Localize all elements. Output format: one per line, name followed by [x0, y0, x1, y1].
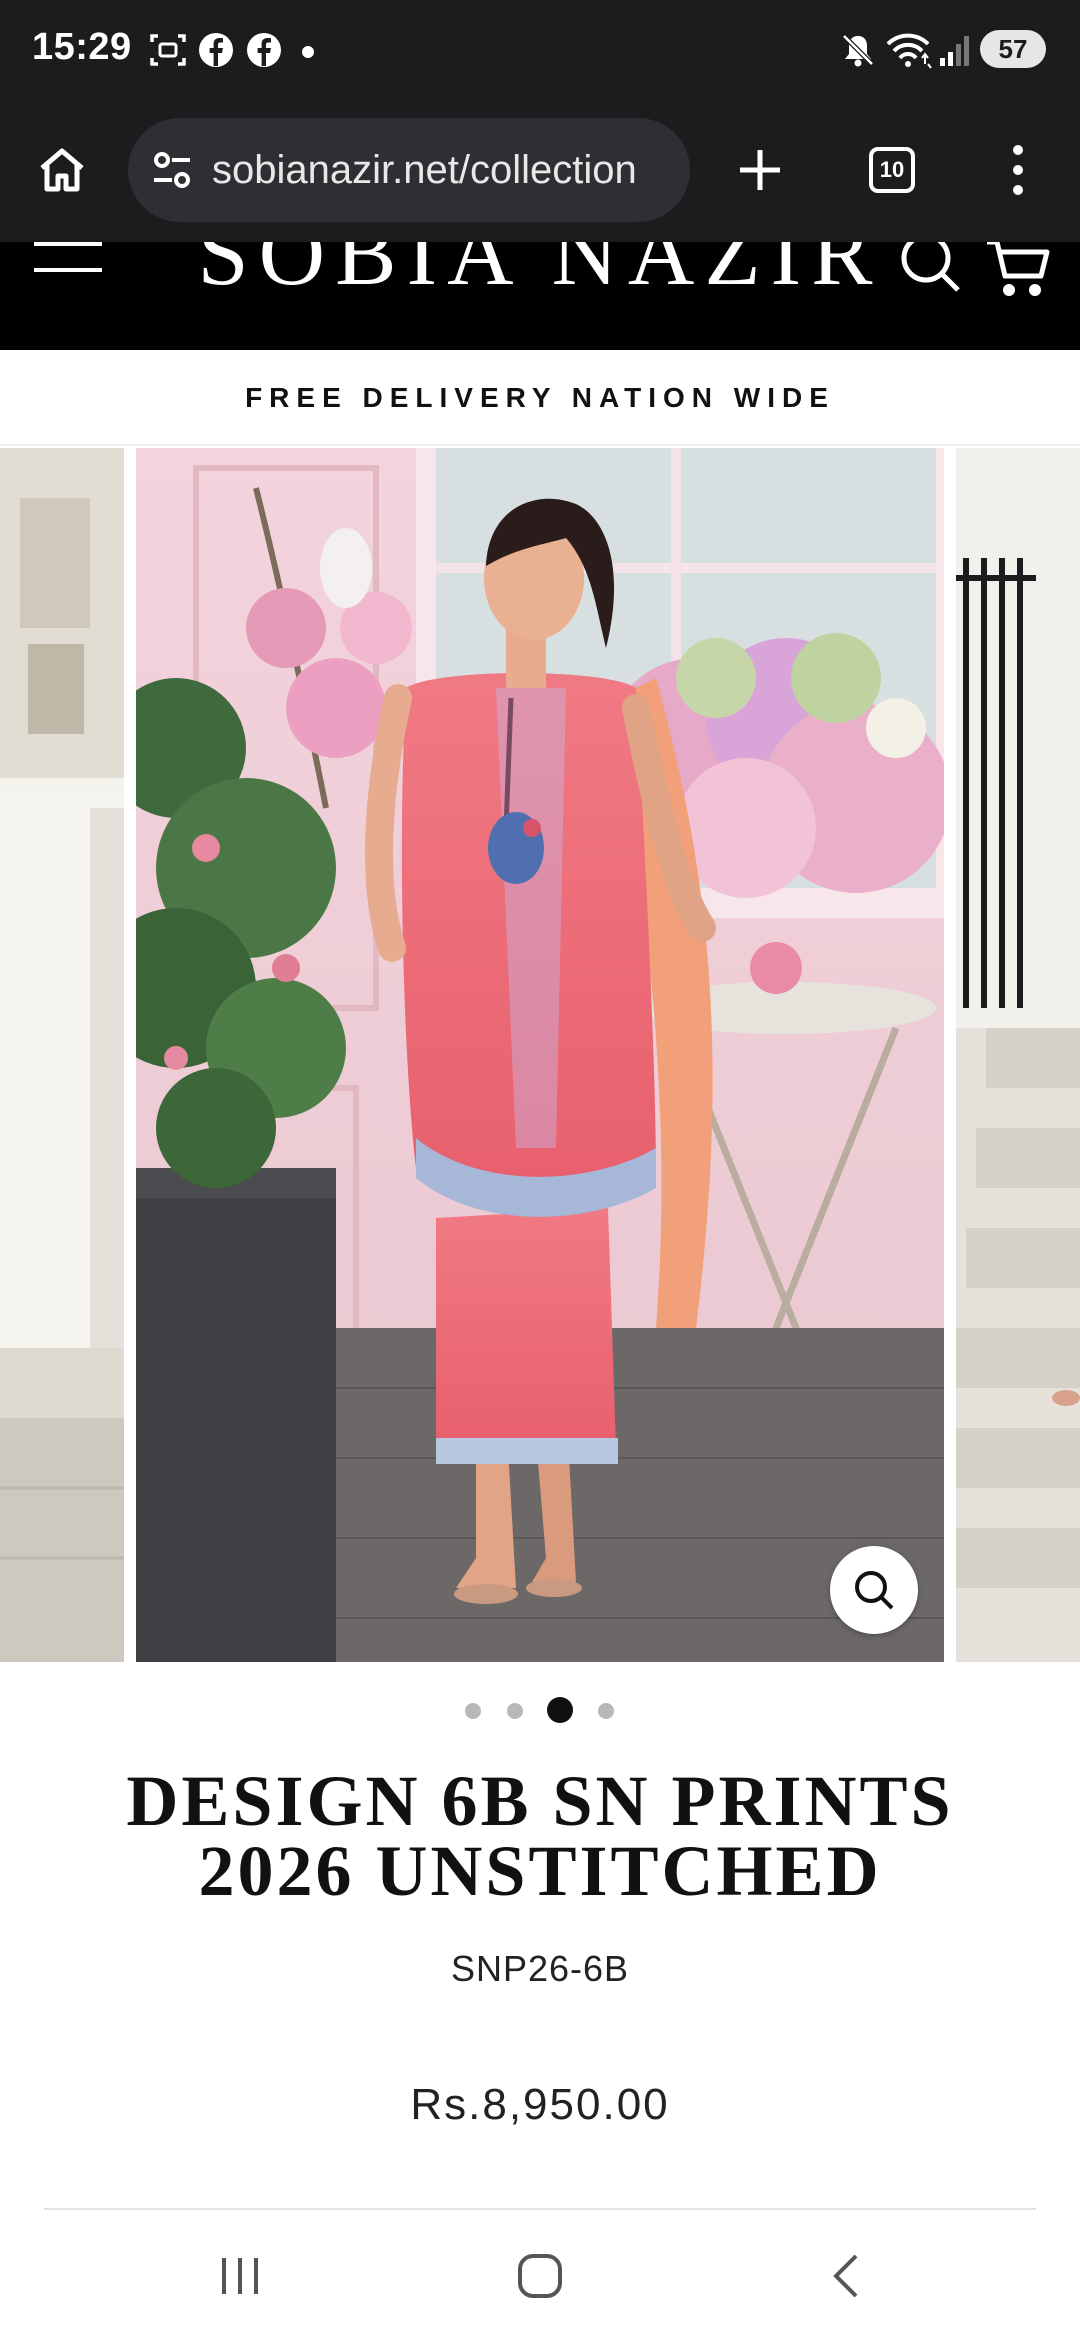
recent-apps-icon — [222, 2258, 258, 2294]
page: 15:29 57 sobianazir.net/collection 10 SO… — [0, 0, 1080, 2340]
more-menu-button[interactable] — [978, 130, 1058, 210]
browser-toolbar: sobianazir.net/collection 10 — [0, 100, 1080, 242]
address-bar[interactable]: sobianazir.net/collection — [128, 118, 690, 222]
product-title: DESIGN 6B SN PRINTS 2026 UNSTITCHED — [80, 1761, 1000, 1911]
tabs-icon: 10 — [869, 147, 915, 193]
product-gallery[interactable] — [0, 448, 1080, 1662]
carousel-dot-4[interactable] — [598, 1703, 614, 1719]
recent-apps-button[interactable] — [190, 2240, 290, 2312]
product-sku: SNP26-6B — [450, 1948, 630, 1989]
home-button-icon — [518, 2254, 562, 2298]
carousel-dot-1[interactable] — [465, 1703, 481, 1719]
back-icon — [833, 2254, 858, 2298]
product-price: Rs.8,950.00 — [410, 2080, 670, 2129]
search-icon[interactable] — [898, 242, 964, 296]
screenshot-icon — [150, 34, 186, 66]
battery-icon: 57 — [980, 30, 1046, 68]
carousel-dots — [0, 1696, 1080, 1726]
announcement-bar: FREE DELIVERY NATION WIDE — [0, 350, 1080, 446]
zoom-button[interactable] — [830, 1546, 918, 1634]
gallery-slide-next[interactable] — [956, 448, 1080, 1662]
notification-dot — [302, 46, 314, 58]
more-menu-icon — [1013, 145, 1023, 195]
home-icon — [40, 148, 84, 192]
product-title-line-1: DESIGN 6B SN PRINTS — [126, 1761, 954, 1841]
new-tab-icon — [740, 150, 780, 190]
status-time: 15:29 — [32, 26, 132, 68]
status-bar: 15:29 57 — [0, 0, 1080, 100]
home-button[interactable] — [22, 130, 102, 210]
signal-icon — [940, 36, 969, 66]
tabs-button[interactable]: 10 — [852, 130, 932, 210]
site-settings-icon[interactable] — [148, 146, 196, 194]
gallery-slide-previous[interactable] — [0, 448, 124, 1662]
zoom-icon — [855, 1571, 894, 1610]
facebook-icon — [247, 33, 281, 67]
home-nav-button[interactable] — [490, 2240, 590, 2312]
mute-icon — [842, 34, 874, 67]
product-title-line-2: 2026 UNSTITCHED — [198, 1831, 882, 1911]
divider — [44, 2208, 1036, 2210]
url-text[interactable]: sobianazir.net/collection — [212, 146, 682, 194]
site-header: SOBIA NAZIR — [0, 242, 1080, 350]
product-image — [136, 448, 944, 1662]
cart-icon[interactable] — [985, 242, 1051, 302]
back-button[interactable] — [795, 2240, 895, 2312]
new-tab-button[interactable] — [720, 130, 800, 210]
gallery-slide-active[interactable] — [136, 448, 944, 1662]
carousel-dot-2[interactable] — [507, 1703, 523, 1719]
slide-image-previous — [0, 448, 124, 1662]
facebook-icon — [199, 33, 233, 67]
system-nav-bar — [0, 2212, 1080, 2340]
wifi-icon — [886, 33, 932, 69]
slide-image-next — [956, 448, 1080, 1662]
carousel-dot-3-active[interactable] — [547, 1697, 573, 1723]
